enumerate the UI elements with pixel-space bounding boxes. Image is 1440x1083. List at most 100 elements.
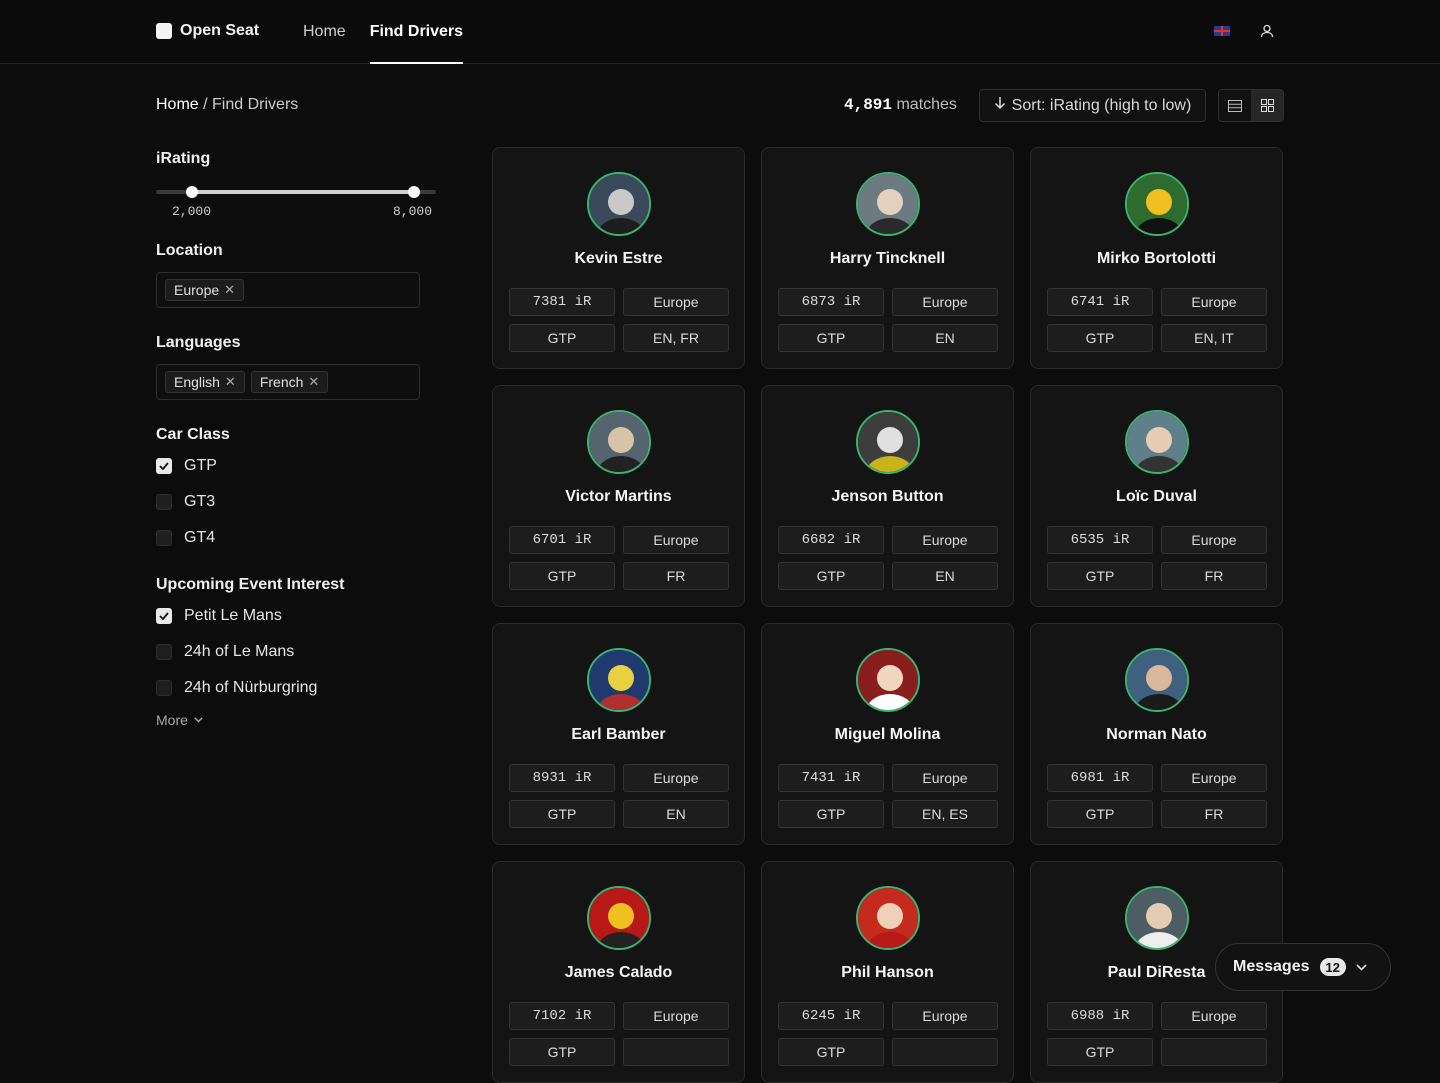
messages-label: Messages (1233, 958, 1310, 975)
top-navbar: Open Seat Home Find Drivers (0, 0, 1440, 64)
car-class-tag: GTP (509, 562, 615, 590)
checkbox-checked-icon[interactable] (156, 458, 172, 474)
car-class-gtp[interactable]: GTP (156, 448, 436, 484)
breadcrumb-separator: / (198, 96, 213, 113)
driver-card[interactable]: Mirko Bortolotti 6741 iR Europe GTP EN, IT (1030, 147, 1283, 369)
languages-tag (892, 1038, 998, 1066)
driver-tags: 6535 iR Europe GTP FR (1047, 526, 1267, 590)
user-icon[interactable] (1260, 24, 1274, 38)
car-class-tag: GTP (778, 1038, 884, 1066)
irating-tag: 6873 iR (778, 288, 884, 316)
grid-view-button[interactable] (1251, 90, 1283, 121)
driver-card[interactable]: James Calado 7102 iR Europe GTP (492, 861, 745, 1083)
chip-label: English (174, 374, 220, 390)
driver-card[interactable]: Norman Nato 6981 iR Europe GTP FR (1030, 623, 1283, 845)
checkbox-icon[interactable] (156, 644, 172, 660)
close-icon[interactable]: ✕ (225, 374, 236, 390)
location-input[interactable]: Europe ✕ (156, 272, 420, 308)
checkbox-icon[interactable] (156, 680, 172, 696)
car-class-tag: GTP (509, 800, 615, 828)
region-tag: Europe (892, 526, 998, 554)
driver-card[interactable]: Phil Hanson 6245 iR Europe GTP (761, 861, 1014, 1083)
driver-card[interactable]: Earl Bamber 8931 iR Europe GTP EN (492, 623, 745, 845)
driver-tags: 6981 iR Europe GTP FR (1047, 764, 1267, 828)
driver-name: Miguel Molina (834, 726, 941, 743)
filters-sidebar: iRating 2,000 8,000 Location Europe ✕ Lan… (156, 148, 436, 728)
driver-name: Earl Bamber (571, 726, 666, 743)
slider-max-handle[interactable] (408, 186, 420, 198)
close-icon[interactable]: ✕ (224, 282, 235, 298)
region-tag: Europe (1161, 764, 1267, 792)
breadcrumb: Home / Find Drivers (156, 96, 298, 114)
irating-tag: 7381 iR (509, 288, 615, 316)
driver-name: Jenson Button (831, 488, 944, 505)
brand-name: Open Seat (180, 22, 260, 39)
match-count-number: 4,891 (844, 96, 893, 114)
languages-input[interactable]: English ✕ French ✕ (156, 364, 420, 400)
driver-avatar (1125, 886, 1189, 950)
region-tag: Europe (1161, 1002, 1267, 1030)
uk-flag-icon[interactable] (1214, 26, 1230, 36)
driver-card[interactable]: Miguel Molina 7431 iR Europe GTP EN, ES (761, 623, 1014, 845)
brand-mark-icon (156, 23, 172, 39)
nav-home[interactable]: Home (303, 0, 346, 64)
brand-logo[interactable]: Open Seat (156, 22, 259, 40)
driver-card[interactable]: Loïc Duval 6535 iR Europe GTP FR (1030, 385, 1283, 607)
languages-tag: EN (892, 562, 998, 590)
car-class-gt4[interactable]: GT4 (156, 520, 436, 556)
location-filter-title: Location (156, 242, 223, 259)
chevron-down-icon (194, 717, 203, 723)
language-chip: French ✕ (250, 371, 329, 393)
driver-card[interactable]: Kevin Estre 7381 iR Europe GTP EN, FR (492, 147, 745, 369)
breadcrumb-home[interactable]: Home (156, 96, 199, 113)
languages-tag: EN, IT (1161, 324, 1267, 352)
checkbox-label: GT3 (184, 493, 216, 510)
driver-tags: 7431 iR Europe GTP EN, ES (778, 764, 998, 828)
car-class-tag: GTP (1047, 1038, 1153, 1066)
main-nav: Home Find Drivers (303, 0, 464, 64)
driver-name: Victor Martins (565, 488, 672, 505)
more-events-toggle[interactable]: More (156, 712, 436, 728)
driver-card[interactable]: Harry Tincknell 6873 iR Europe GTP EN (761, 147, 1014, 369)
irating-max-value: 8,000 (393, 204, 433, 219)
event-petit-le-mans[interactable]: Petit Le Mans (156, 598, 436, 634)
chip-label: Europe (174, 282, 220, 298)
languages-tag: FR (1161, 562, 1267, 590)
languages-tag: EN, ES (892, 800, 998, 828)
driver-tags: 8931 iR Europe GTP EN (509, 764, 729, 828)
car-class-gt3[interactable]: GT3 (156, 484, 436, 520)
driver-tags: 6741 iR Europe GTP EN, IT (1047, 288, 1267, 352)
match-count: 4,891 matches (844, 96, 957, 114)
driver-name: Norman Nato (1106, 726, 1207, 743)
checkbox-icon[interactable] (156, 494, 172, 510)
languages-tag: EN (892, 324, 998, 352)
messages-button[interactable]: Messages 12 (1215, 943, 1391, 991)
irating-tag: 7102 iR (509, 1002, 615, 1030)
car-class-tag: GTP (778, 562, 884, 590)
driver-card[interactable]: Jenson Button 6682 iR Europe GTP EN (761, 385, 1014, 607)
driver-avatar (587, 648, 651, 712)
car-class-tag: GTP (778, 800, 884, 828)
driver-tags: 7102 iR Europe GTP (509, 1002, 729, 1066)
nav-find-drivers[interactable]: Find Drivers (369, 0, 464, 64)
location-chip: Europe ✕ (165, 279, 245, 301)
list-view-button[interactable] (1219, 90, 1251, 121)
match-count-suffix: matches (892, 96, 957, 113)
languages-tag: FR (1161, 800, 1267, 828)
event-24h-le-mans[interactable]: 24h of Le Mans (156, 634, 436, 670)
driver-tags: 7381 iR Europe GTP EN, FR (509, 288, 729, 352)
event-24h-nurburgring[interactable]: 24h of Nürburgring (156, 670, 436, 706)
checkbox-checked-icon[interactable] (156, 608, 172, 624)
language-chip: English ✕ (165, 371, 245, 393)
slider-min-handle[interactable] (186, 186, 198, 198)
breadcrumb-current: Find Drivers (212, 96, 299, 113)
driver-tags: 6245 iR Europe GTP (778, 1002, 998, 1066)
checkbox-icon[interactable] (156, 530, 172, 546)
sort-label: Sort: iRating (high to low) (1011, 96, 1192, 114)
car-class-tag: GTP (509, 324, 615, 352)
close-icon[interactable]: ✕ (308, 374, 319, 390)
slider-range (192, 190, 414, 194)
driver-avatar (856, 410, 920, 474)
sort-button[interactable]: Sort: iRating (high to low) (979, 89, 1206, 122)
driver-card[interactable]: Victor Martins 6701 iR Europe GTP FR (492, 385, 745, 607)
